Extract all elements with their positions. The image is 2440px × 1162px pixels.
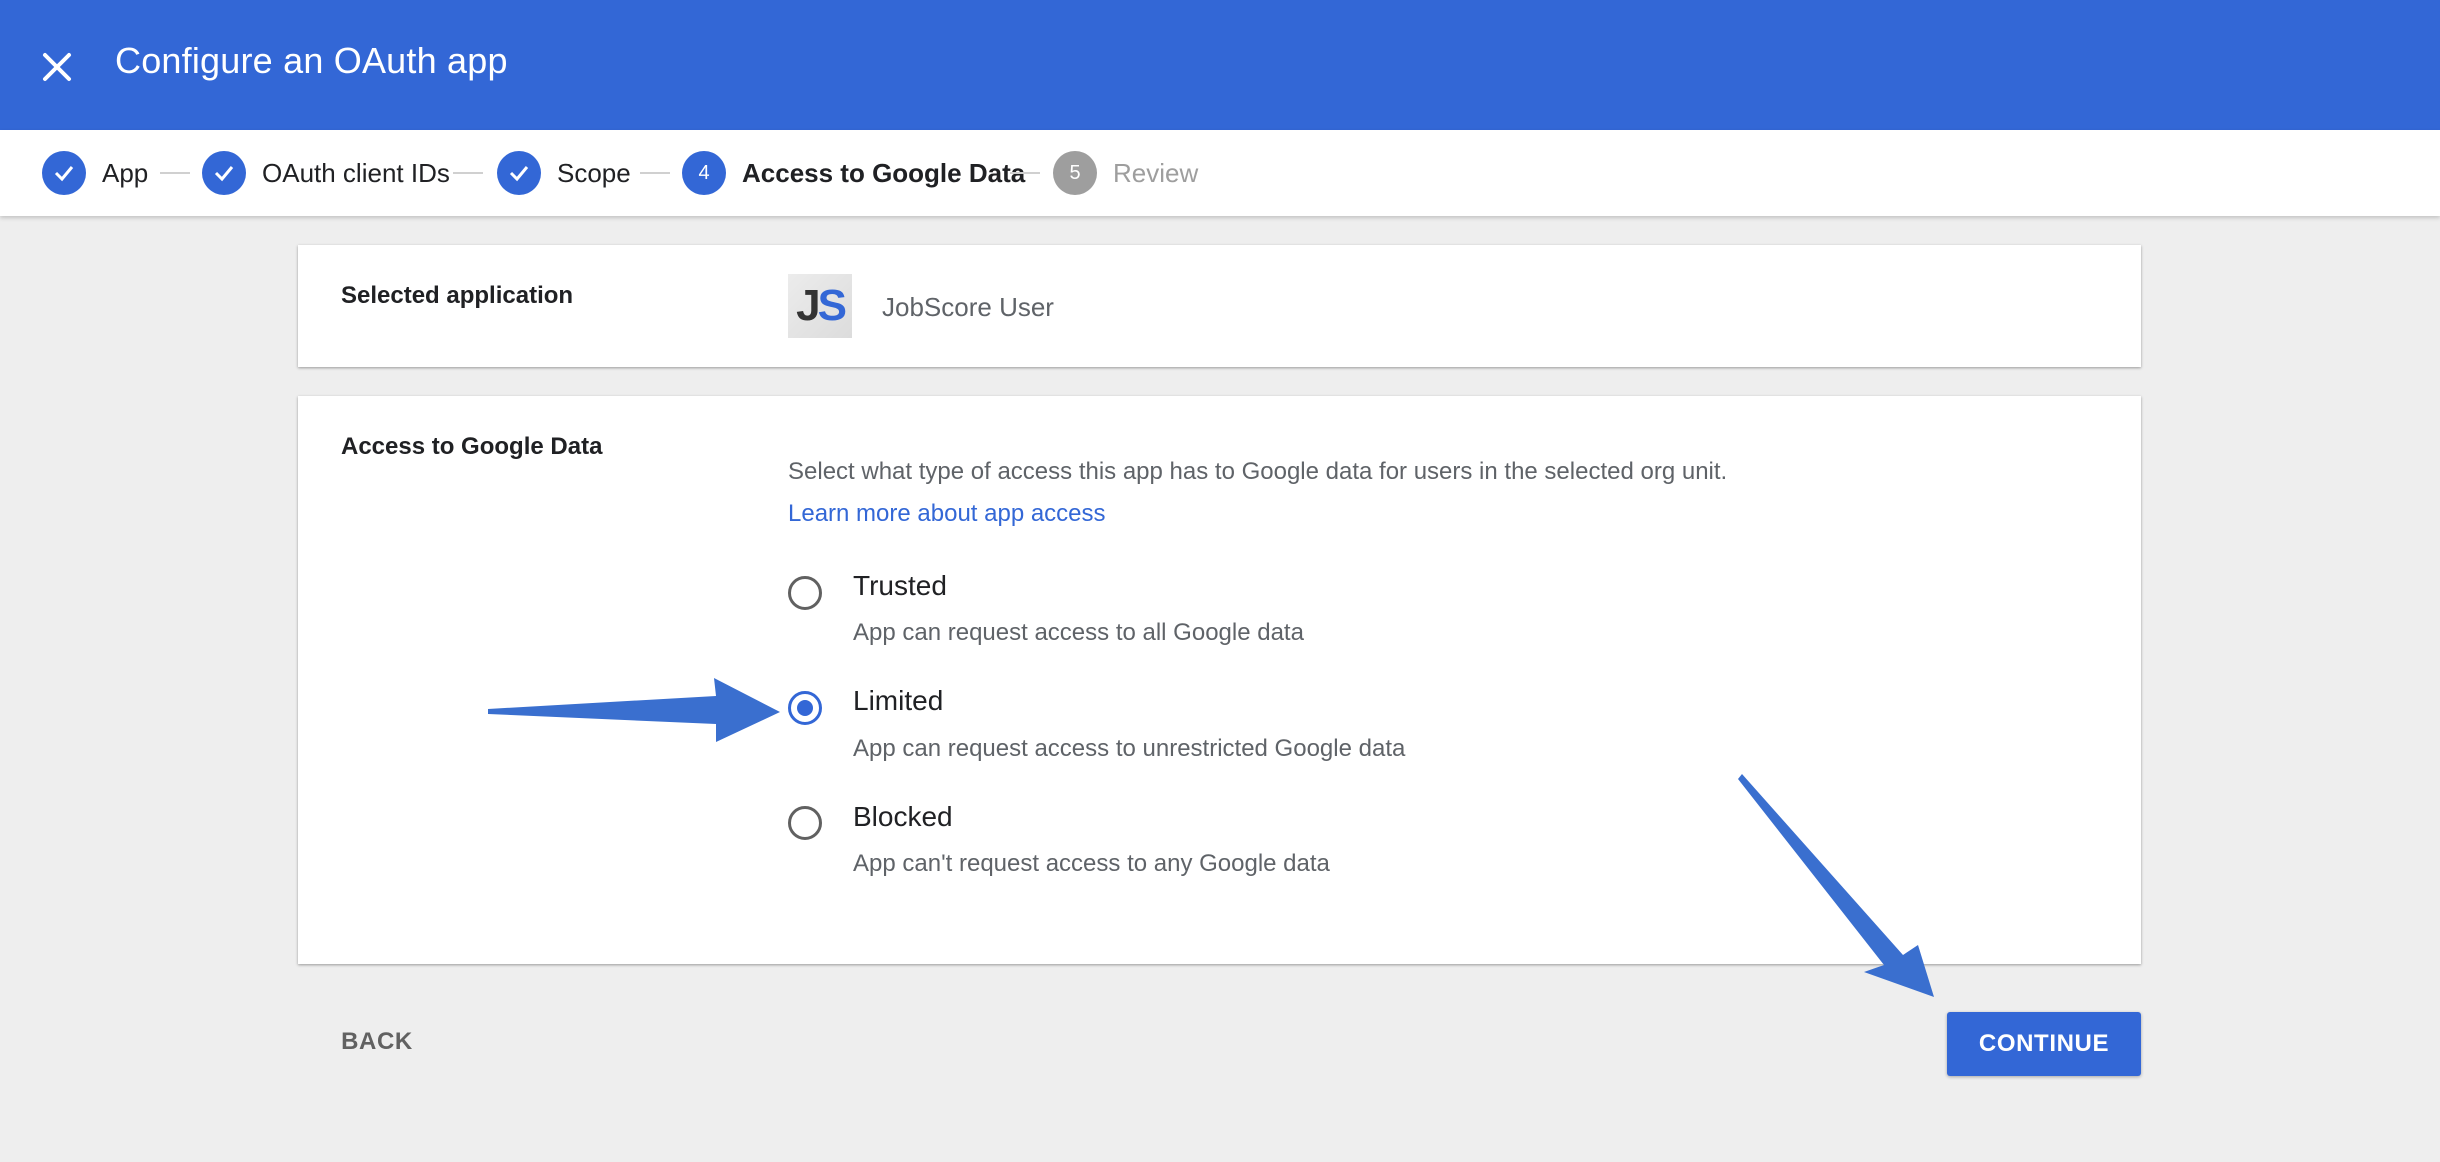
- access-description: Select what type of access this app has …: [788, 458, 1728, 485]
- page-title: Configure an OAuth app: [115, 40, 508, 81]
- step-access-to-google-data[interactable]: 4 Access to Google Data: [682, 130, 1025, 216]
- step-label: Access to Google Data: [742, 157, 1026, 188]
- step-number-5: 5: [1053, 151, 1097, 195]
- option-title-limited: Limited: [853, 685, 944, 716]
- step-review[interactable]: 5 Review: [1053, 130, 1198, 216]
- radio-limited[interactable]: [788, 691, 822, 725]
- step-connector: [1010, 172, 1040, 174]
- option-title-blocked: Blocked: [853, 801, 953, 832]
- app-name: JobScore User: [882, 292, 1054, 322]
- option-title-trusted: Trusted: [853, 570, 947, 601]
- radio-blocked[interactable]: [788, 806, 822, 840]
- step-label: Scope: [557, 157, 631, 188]
- access-label: Access to Google Data: [341, 433, 603, 460]
- step-app[interactable]: App: [42, 130, 148, 216]
- continue-button[interactable]: CONTINUE: [1947, 1012, 2141, 1076]
- option-subtitle-blocked: App can't request access to any Google d…: [853, 850, 1330, 877]
- option-subtitle-limited: App can request access to unrestricted G…: [853, 735, 1406, 762]
- selected-application-card: [298, 245, 2141, 367]
- step-number-4: 4: [682, 151, 726, 195]
- selected-application-label: Selected application: [341, 282, 574, 309]
- step-label: Review: [1113, 157, 1199, 188]
- logo-letter-s: S: [817, 281, 847, 330]
- close-icon[interactable]: [34, 44, 80, 90]
- step-label: OAuth client IDs: [262, 157, 450, 188]
- learn-more-link[interactable]: Learn more about app access: [788, 500, 1106, 528]
- stepper: App OAuth client IDs Scope 4 Access to G…: [0, 130, 2440, 216]
- app-bar: Configure an OAuth app: [0, 0, 2440, 130]
- back-button[interactable]: BACK: [322, 1010, 432, 1074]
- step-connector: [160, 172, 190, 174]
- radio-trusted[interactable]: [788, 576, 822, 610]
- step-scope[interactable]: Scope: [497, 130, 631, 216]
- check-icon: [202, 151, 246, 195]
- check-icon: [497, 151, 541, 195]
- step-oauth-client-ids[interactable]: OAuth client IDs: [202, 130, 450, 216]
- step-label: App: [102, 157, 149, 188]
- step-connector: [453, 172, 483, 174]
- app-logo: JS: [788, 274, 852, 338]
- check-icon: [42, 151, 86, 195]
- step-connector: [640, 172, 670, 174]
- option-subtitle-trusted: App can request access to all Google dat…: [853, 619, 1304, 646]
- logo-letter-j: J: [796, 281, 821, 330]
